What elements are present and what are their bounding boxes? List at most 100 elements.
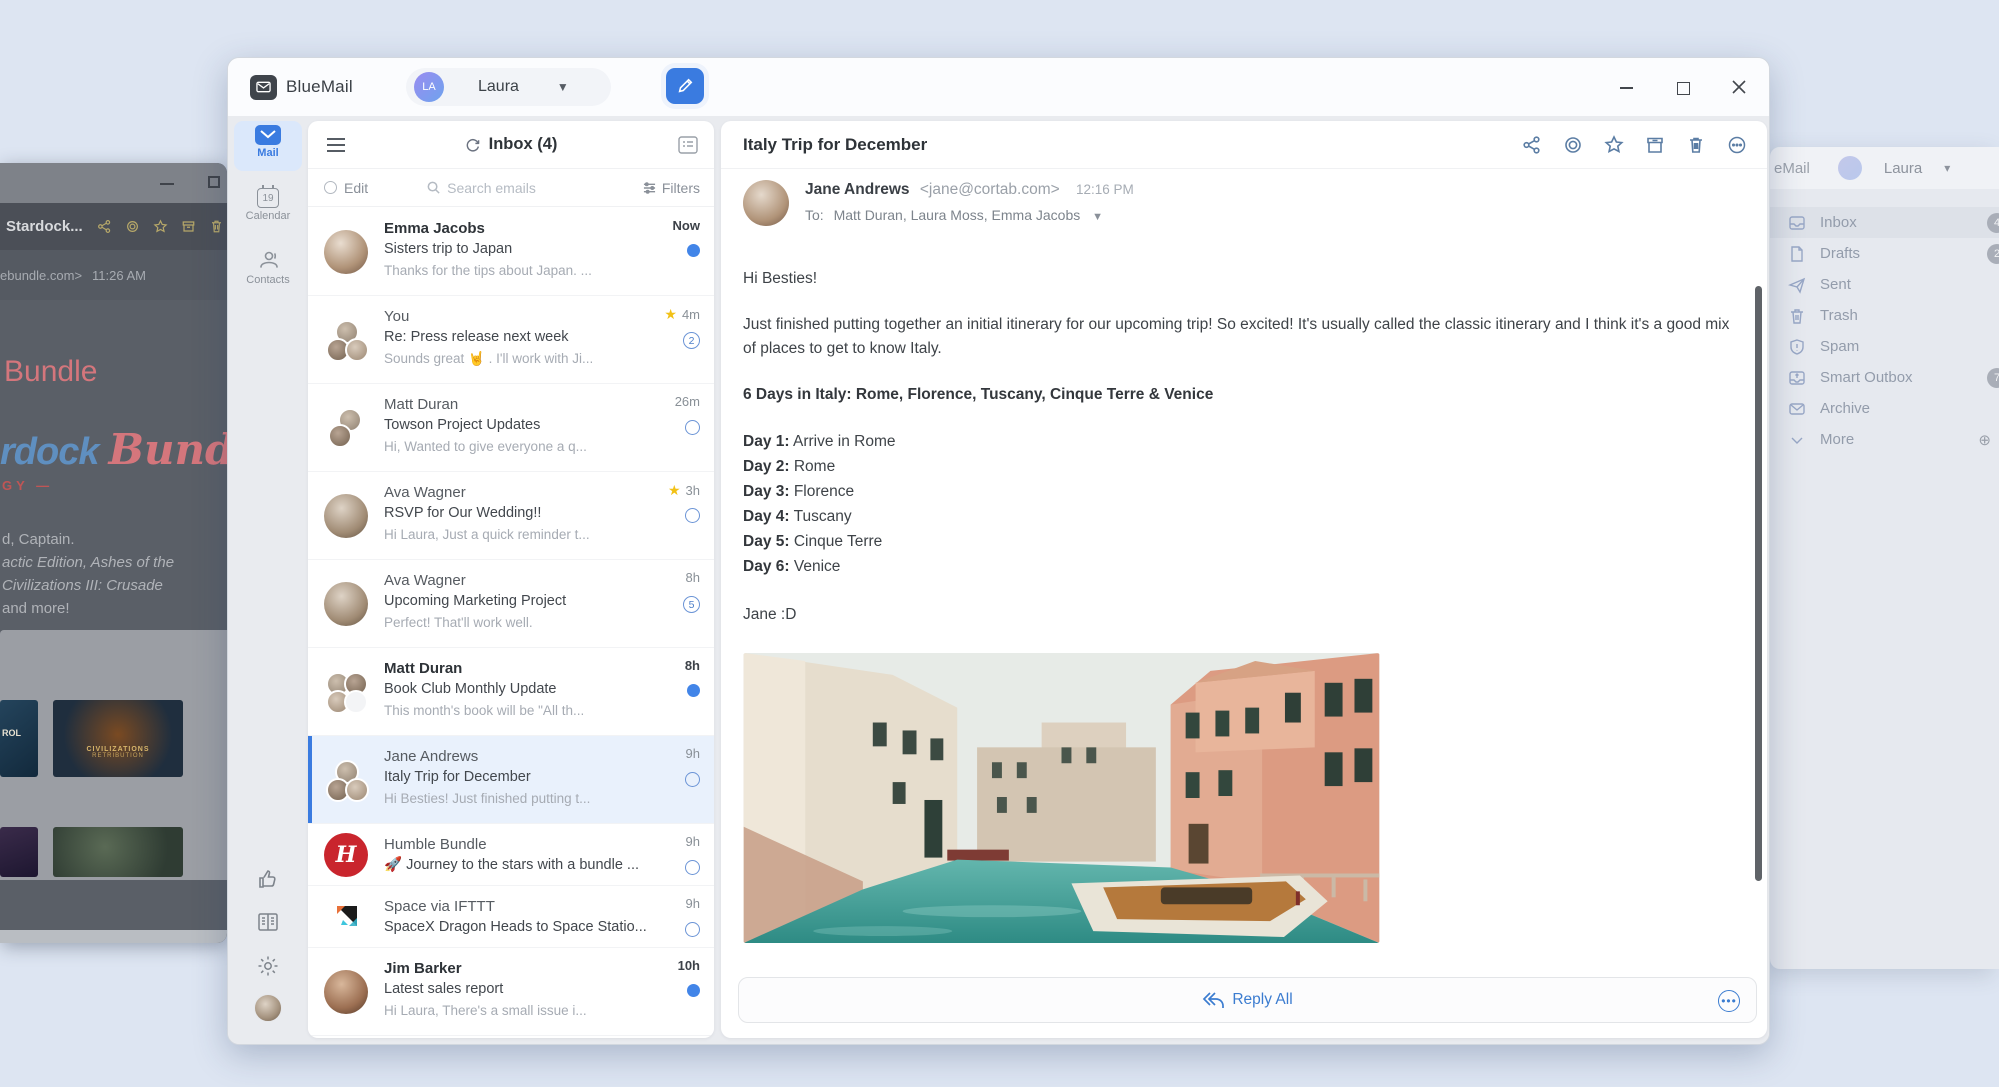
email-list-item[interactable]: Jane AndrewsItaly Trip for DecemberHi Be… (308, 736, 714, 824)
body-paragraph: Just finished putting together an initia… (743, 313, 1743, 361)
trash-icon (1788, 307, 1806, 325)
left-window-toolbar (97, 219, 224, 234)
humble-banner-text: Bundle (4, 355, 97, 389)
humble-body-line: actic Edition, Ashes of the (2, 551, 174, 574)
maximize-icon[interactable] (208, 176, 220, 188)
unread-dot-icon (687, 244, 700, 257)
folder-item-sent[interactable]: Sent (1770, 269, 1999, 300)
email-list-item[interactable]: HHumble Bundle🚀 Journey to the stars wit… (308, 824, 714, 886)
venice-canal-photo (743, 653, 1380, 943)
bluemail-logo-icon (250, 75, 277, 100)
email-subject: Towson Project Updates (384, 415, 654, 436)
close-button[interactable] (1731, 79, 1747, 95)
email-list-item[interactable]: Ava WagnerUpcoming Marketing ProjectPerf… (308, 560, 714, 648)
read-status-indicator[interactable] (685, 922, 700, 937)
archive-icon[interactable] (181, 219, 196, 234)
inbox-icon (1788, 214, 1806, 232)
folder-item-archive[interactable]: Archive (1770, 393, 1999, 424)
trash-icon[interactable] (1686, 135, 1706, 155)
background-window-folders[interactable]: eMail Laura ▾ Inbox4Drafts2SentTrashSpam… (1770, 147, 1999, 969)
settings-button[interactable] (234, 954, 302, 978)
unread-ring-icon[interactable] (1563, 135, 1583, 155)
read-status-indicator[interactable] (685, 420, 700, 435)
maximize-button[interactable] (1675, 79, 1691, 95)
hamburger-menu-icon[interactable] (326, 138, 346, 152)
email-preview: Hi Laura, There's a small issue i... (384, 1000, 654, 1021)
folder-item-spam[interactable]: Spam (1770, 331, 1999, 362)
game-thumbnail[interactable]: CIVILIZATIONS RETRIBUTION (53, 700, 183, 777)
right-account-pill[interactable]: Laura ▾ (1838, 156, 1950, 180)
game-thumbnail[interactable] (0, 827, 38, 877)
sidebar-item-contacts[interactable]: Contacts (234, 250, 302, 286)
left-window-sender-fragment: ebundle.com> (0, 268, 82, 283)
compose-button[interactable] (666, 68, 704, 104)
folder-label: Trash (1820, 307, 1858, 324)
more-options-icon[interactable] (1727, 135, 1747, 155)
account-switcher[interactable]: LA Laura ▼ (406, 68, 611, 106)
folder-item-drafts[interactable]: Drafts2 (1770, 238, 1999, 269)
minimize-icon[interactable] (160, 183, 174, 185)
game-thumbnail[interactable] (53, 827, 183, 877)
email-list-item[interactable]: Emma JacobsSisters trip to JapanThanks f… (308, 208, 714, 296)
read-status-indicator[interactable] (687, 984, 700, 997)
background-window-humble-email[interactable]: Stardock... ebundle.com> 11:26 AM Bundle… (0, 163, 227, 943)
folder-item-trash[interactable]: Trash (1770, 300, 1999, 331)
refresh-icon[interactable] (465, 137, 481, 153)
read-status-indicator[interactable] (685, 508, 700, 523)
group-avatar (324, 758, 368, 802)
filters-button[interactable]: Filters (643, 180, 700, 196)
folder-item-smart-outbox[interactable]: Smart Outbox7 (1770, 362, 1999, 393)
email-list-item[interactable]: Jim BarkerLatest sales reportHi Laura, T… (308, 948, 714, 1036)
unread-dot-icon (687, 984, 700, 997)
sidebar-item-mail[interactable]: Mail (234, 121, 302, 171)
calendar-icon: 19 (257, 188, 279, 208)
share-icon[interactable] (97, 219, 112, 234)
email-list-item[interactable]: Ava WagnerRSVP for Our Wedding!!Hi Laura… (308, 472, 714, 560)
email-sender: Jim Barker (384, 958, 654, 979)
reply-all-button[interactable]: Reply All ••• (738, 977, 1757, 1023)
edit-button[interactable]: Edit (324, 180, 368, 196)
archive-icon[interactable] (1645, 135, 1665, 155)
reading-toolbar (1522, 135, 1747, 155)
app-name: BlueMail (286, 77, 353, 97)
scrollbar-thumb[interactable] (1755, 286, 1762, 881)
email-list-item[interactable]: YouRe: Press release next weekSounds gre… (308, 296, 714, 384)
search-box[interactable] (426, 180, 577, 196)
left-window-titlebar (0, 163, 227, 203)
card-view-toggle-icon[interactable] (678, 136, 698, 154)
profile-avatar-button[interactable] (234, 994, 302, 1022)
account-avatar: LA (414, 72, 444, 102)
share-icon[interactable] (1522, 135, 1542, 155)
minimize-button[interactable] (1619, 79, 1635, 95)
read-status-indicator[interactable]: 5 (683, 596, 700, 613)
newsfeed-button[interactable] (234, 911, 302, 933)
email-list-item[interactable]: Space via IFTTTSpaceX Dragon Heads to Sp… (308, 886, 714, 948)
unread-ring-icon[interactable] (125, 219, 140, 234)
read-status-indicator[interactable] (687, 684, 700, 697)
read-status-indicator[interactable] (685, 772, 700, 787)
email-sender: Emma Jacobs (384, 218, 654, 239)
read-status-indicator[interactable] (687, 244, 700, 257)
itinerary-day: Day 2: Rome (743, 454, 1743, 479)
email-list-item[interactable]: Matt DuranTowson Project UpdatesHi, Want… (308, 384, 714, 472)
sidebar-item-calendar[interactable]: 19 Calendar (234, 188, 302, 222)
read-status-indicator[interactable]: 2 (683, 332, 700, 349)
read-status-indicator[interactable] (685, 860, 700, 875)
contacts-icon (256, 250, 280, 272)
recipients-row[interactable]: To: Matt Duran, Laura Moss, Emma Jacobs … (805, 207, 1103, 223)
add-folder-icon[interactable]: ⊕ (1978, 431, 1991, 449)
reply-more-options-icon[interactable]: ••• (1718, 990, 1740, 1012)
email-time: 26m (675, 394, 700, 409)
search-input[interactable] (447, 180, 577, 196)
game-thumbnail[interactable]: ROL (0, 700, 38, 777)
folder-item-more[interactable]: More⊕ (1770, 424, 1999, 455)
email-list-item[interactable]: Matt DuranBook Club Monthly UpdateThis m… (308, 648, 714, 736)
folder-item-inbox[interactable]: Inbox4 (1770, 207, 1999, 238)
star-icon[interactable] (153, 219, 168, 234)
feedback-thumbs-up-button[interactable] (234, 868, 302, 892)
humble-body-line: and more! (2, 597, 174, 620)
star-icon[interactable] (1604, 135, 1624, 155)
trash-icon[interactable] (209, 219, 224, 234)
read-circle-icon (685, 420, 700, 435)
chevron-down-icon: ▼ (1092, 211, 1103, 223)
